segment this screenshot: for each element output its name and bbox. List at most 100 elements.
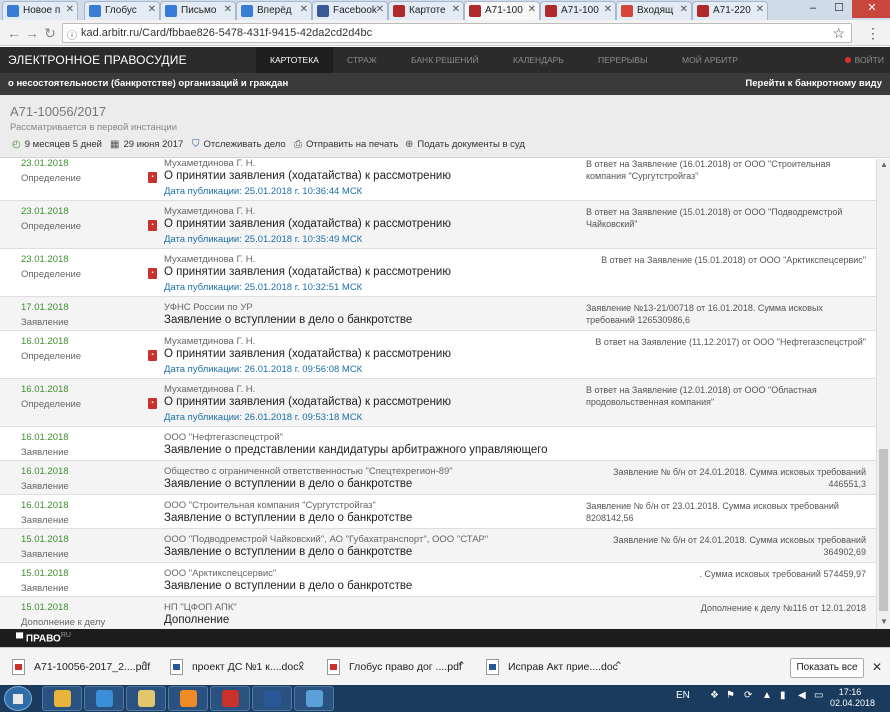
battery-icon[interactable]: ▭ <box>814 690 823 701</box>
login-link[interactable]: ВОЙТИ <box>844 55 884 65</box>
scrollbar-thumb[interactable] <box>879 449 888 611</box>
download-item[interactable]: А71-10056-2017_2....pdf <box>12 659 150 675</box>
download-item[interactable]: Исправ Акт прие....doc <box>486 659 618 675</box>
bankruptcy-view-link[interactable]: Перейти к банкротному виду <box>745 78 882 89</box>
tab-close-icon[interactable]: ✕ <box>66 4 74 15</box>
tab-close-icon[interactable]: ✕ <box>224 4 232 15</box>
event-date: 16.01.2018 <box>21 432 69 443</box>
event-date: 23.01.2018 <box>21 254 69 265</box>
publication-date-link[interactable]: Дата публикации: 25.01.2018 г. 10:32:51 … <box>164 282 362 293</box>
download-item[interactable]: проект ДС №1 к....docx <box>170 659 304 675</box>
acrobat-reader-taskbar-button[interactable] <box>210 686 250 711</box>
scroll-down-arrow-icon[interactable]: ▼ <box>877 617 890 626</box>
remote-desktop-taskbar-button[interactable] <box>294 686 334 711</box>
tab-close-icon[interactable]: ✕ <box>452 4 460 15</box>
download-menu-chevron-icon[interactable]: ⌃ <box>457 660 466 672</box>
tab-close-icon[interactable]: ✕ <box>756 4 764 15</box>
show-all-downloads-button[interactable]: Показать все <box>790 658 864 678</box>
language-indicator[interactable]: EN <box>676 690 690 701</box>
dropbox-icon[interactable]: ❖ <box>710 690 719 701</box>
nav-breaks[interactable]: ПЕРЕРЫВЫ <box>598 55 648 65</box>
page-info-icon[interactable]: ⓘ <box>67 27 77 42</box>
maximize-button[interactable]: ☐ <box>826 0 852 18</box>
file-explorer-taskbar-button[interactable] <box>126 686 166 711</box>
browser-tab[interactable]: Facebook ✕ <box>312 1 388 20</box>
browser-tab[interactable]: Письмо ✕ <box>160 1 236 20</box>
pdf-document-icon[interactable]: ▪ <box>148 220 157 231</box>
browser-tab[interactable]: Картоте ✕ <box>388 1 464 20</box>
event-title[interactable]: О принятии заявления (ходатайства) к рас… <box>164 218 451 230</box>
notifications-icon[interactable]: ⚑ <box>726 690 735 701</box>
submit-documents-button[interactable]: ⊕ Подать документы в суд <box>405 139 525 150</box>
browser-tab[interactable]: Входящ ✕ <box>616 1 692 20</box>
url-input[interactable]: ⓘ kad.arbitr.ru/Card/fbbae826-5478-431f-… <box>62 23 852 43</box>
nav-strazh[interactable]: СТРАЖ <box>347 55 377 65</box>
event-date: 15.01.2018 <box>21 568 69 579</box>
publication-date-link[interactable]: Дата публикации: 26.01.2018 г. 09:56:08 … <box>164 364 362 375</box>
word-taskbar-button[interactable] <box>252 686 292 711</box>
tab-close-icon[interactable]: ✕ <box>148 4 156 15</box>
close-window-button[interactable]: ✕ <box>852 0 890 18</box>
tab-close-icon[interactable]: ✕ <box>680 4 688 15</box>
nav-bank-resheniy[interactable]: БАНК РЕШЕНИЙ <box>411 55 479 65</box>
browser-menu-icon[interactable]: ⋮ <box>866 25 880 42</box>
event-title[interactable]: О принятии заявления (ходатайства) к рас… <box>164 348 451 360</box>
internet-explorer-taskbar-button[interactable] <box>84 686 124 711</box>
download-menu-chevron-icon[interactable]: ⌃ <box>614 660 623 672</box>
tab-close-icon[interactable]: ✕ <box>376 4 384 15</box>
forward-arrow-icon[interactable]: → <box>24 25 40 41</box>
download-menu-chevron-icon[interactable]: ⌃ <box>297 660 306 672</box>
chrome-taskbar-button[interactable] <box>42 686 82 711</box>
download-menu-chevron-icon[interactable]: ⌃ <box>140 660 149 672</box>
event-date: 17.01.2018 <box>21 302 69 313</box>
track-case-button[interactable]: ⛉ Отслеживать дело <box>192 139 286 150</box>
download-item[interactable]: Глобус право дог ....pdf <box>327 659 462 675</box>
volume-icon[interactable]: ◀ <box>798 690 806 701</box>
event-author: Мухаметдинова Г. Н. <box>164 254 256 265</box>
system-clock[interactable]: 17:16 02.04.2018 <box>830 687 875 709</box>
event-type: Определение <box>21 269 82 280</box>
tab-close-icon[interactable]: ✕ <box>300 4 308 15</box>
start-button[interactable] <box>4 686 32 711</box>
pdf-document-icon[interactable]: ▪ <box>148 172 157 183</box>
network-icon[interactable]: ▮ <box>780 690 786 701</box>
pdf-document-icon[interactable]: ▪ <box>148 268 157 279</box>
tab-close-icon[interactable]: ✕ <box>604 4 612 15</box>
browser-tab[interactable]: А71-100 ✕ <box>464 1 540 20</box>
minimize-button[interactable]: ‒ <box>800 0 826 18</box>
file-explorer-icon <box>138 690 155 707</box>
bookmark-star-icon[interactable]: ☆ <box>832 25 845 42</box>
pdf-document-icon[interactable]: ▪ <box>148 398 157 409</box>
sync-icon[interactable]: ⟳ <box>744 690 752 701</box>
scroll-up-arrow-icon[interactable]: ▲ <box>877 160 890 169</box>
print-button[interactable]: ⎙ Отправить на печать <box>294 139 398 150</box>
event-title[interactable]: О принятии заявления (ходатайства) к рас… <box>164 170 451 182</box>
event-title: Заявление о вступлении в дело о банкротс… <box>164 580 413 592</box>
back-arrow-icon[interactable]: ← <box>6 25 22 41</box>
event-title[interactable]: О принятии заявления (ходатайства) к рас… <box>164 396 451 408</box>
browser-tab[interactable]: Новое п ✕ <box>2 1 78 20</box>
media-player-taskbar-button[interactable] <box>168 686 208 711</box>
track-case-label: Отслеживать дело <box>203 139 286 150</box>
show-hidden-icons[interactable]: ▲ <box>762 690 772 701</box>
word-file-icon <box>170 659 183 675</box>
browser-tab[interactable]: А71-220 ✕ <box>692 1 768 20</box>
reload-icon[interactable]: ↻ <box>42 25 58 42</box>
nav-calendar[interactable]: КАЛЕНДАРЬ <box>513 55 564 65</box>
browser-tab[interactable]: Глобус ✕ <box>84 1 160 20</box>
publication-date-link[interactable]: Дата публикации: 26.01.2018 г. 09:53:18 … <box>164 412 362 423</box>
publication-date-link[interactable]: Дата публикации: 25.01.2018 г. 10:35:49 … <box>164 234 362 245</box>
page-scrollbar[interactable]: ▲ ▼ <box>876 159 890 629</box>
close-downloads-icon[interactable]: ✕ <box>872 660 882 674</box>
clock-time: 17:16 <box>838 687 862 697</box>
pravo-logo[interactable]: ▀ ПРАВОRU <box>16 632 71 644</box>
nav-kartoteka[interactable]: КАРТОТЕКА <box>256 47 333 73</box>
event-title[interactable]: О принятии заявления (ходатайства) к рас… <box>164 266 451 278</box>
site-logo[interactable]: ЭЛЕКТРОННОЕ ПРАВОСУДИЕ <box>8 53 187 67</box>
publication-date-link[interactable]: Дата публикации: 25.01.2018 г. 10:36:44 … <box>164 186 362 197</box>
pdf-document-icon[interactable]: ▪ <box>148 350 157 361</box>
nav-my-arbitr[interactable]: МОЙ АРБИТР <box>682 55 738 65</box>
tab-close-icon[interactable]: ✕ <box>528 4 536 15</box>
browser-tab[interactable]: Вперёд ✕ <box>236 1 312 20</box>
browser-tab[interactable]: А71-100 ✕ <box>540 1 616 20</box>
